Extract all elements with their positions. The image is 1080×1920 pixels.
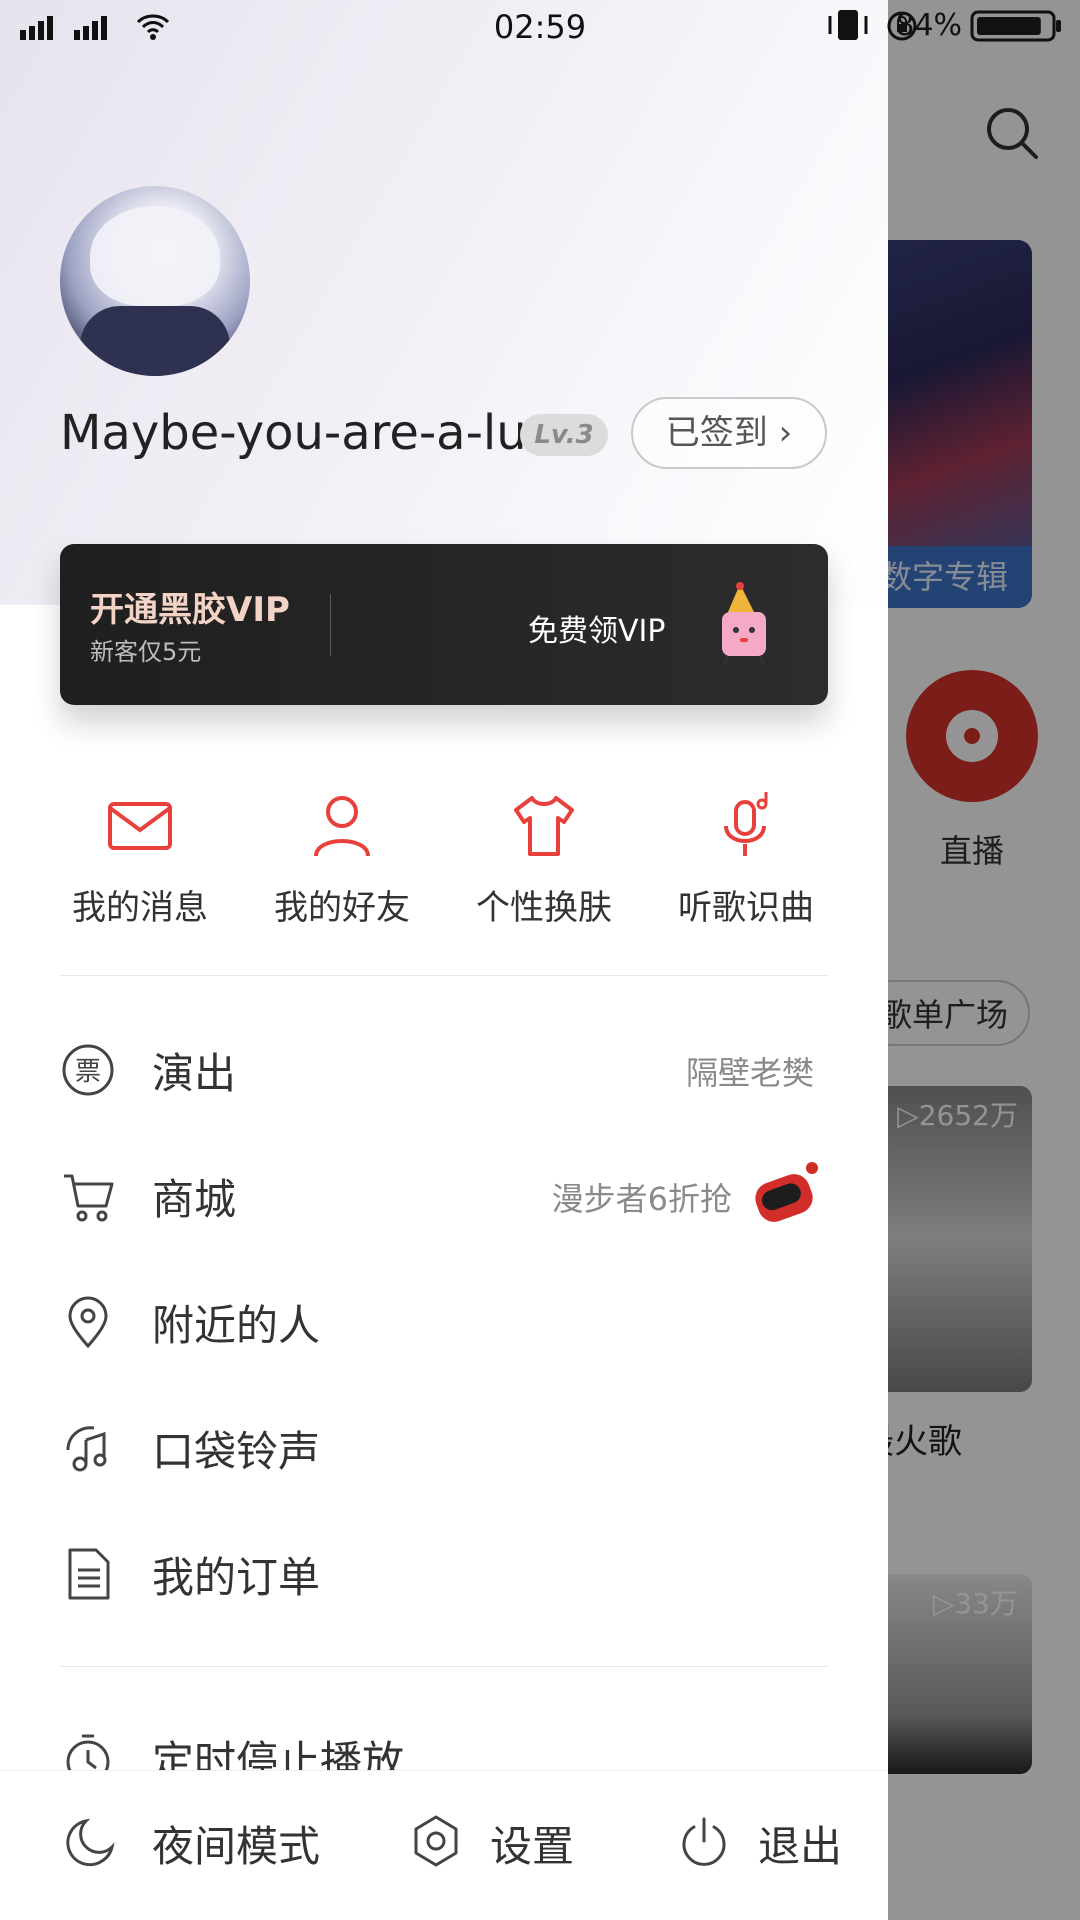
signin-button[interactable]: 已签到 › (631, 397, 827, 469)
menu-label: 口袋铃声 (152, 1427, 321, 1476)
moon-icon (66, 1818, 115, 1867)
cart-icon (64, 1174, 114, 1222)
chevron-right-icon: › (778, 413, 793, 453)
drawer-bottom-bar: 夜间模式 设置 退出 (0, 1770, 888, 1920)
quick-action-label: 我的消息 (72, 888, 208, 928)
vip-card[interactable]: 开通黑胶VIP 新客仅5元 免费领VIP (60, 544, 828, 705)
menu-hint: 隔壁老樊 (685, 1054, 814, 1092)
signin-label: 已签到 (665, 413, 768, 453)
vibrate-icon (828, 10, 868, 40)
settings-label: 设置 (490, 1822, 575, 1871)
document-icon (68, 1548, 110, 1600)
logout-label: 退出 (758, 1822, 843, 1871)
username[interactable]: Maybe-you-are-a-lu... (60, 405, 572, 461)
vip-divider (330, 594, 331, 656)
quick-action-label: 听歌识曲 (678, 888, 814, 928)
gear-icon (414, 1815, 458, 1867)
vip-subtitle: 新客仅5元 (90, 638, 202, 666)
menu-item-shows[interactable]: 票 演出 隔壁老樊 (60, 1018, 828, 1128)
mic-music-icon (724, 792, 768, 856)
status-bar: 02:59 84% (0, 0, 1080, 56)
menu-item-store[interactable]: 商城 漫步者6折抢 (60, 1144, 828, 1254)
quick-action-label: 个性换肤 (476, 888, 612, 928)
ringtone-icon (66, 1426, 107, 1472)
divider (60, 1666, 828, 1667)
svg-text:票: 票 (75, 1057, 101, 1087)
menu-label: 我的订单 (152, 1553, 321, 1602)
battery-percent: 84% (895, 8, 962, 43)
earbuds-icon (755, 1162, 818, 1222)
menu-label: 附近的人 (152, 1301, 321, 1350)
mascot-icon (722, 582, 766, 665)
tshirt-icon (514, 796, 574, 856)
menu-hint: 漫步者6折抢 (551, 1180, 732, 1218)
location-pin-icon (68, 1296, 108, 1349)
power-icon (682, 1817, 726, 1866)
avatar[interactable] (60, 186, 250, 376)
vip-title: 开通黑胶VIP (90, 590, 290, 630)
menu-item-orders[interactable]: 我的订单 (60, 1522, 828, 1632)
menu-item-ringtones[interactable]: 口袋铃声 (60, 1396, 828, 1506)
level-badge[interactable]: Lv.3 (520, 414, 608, 456)
menu-label: 商城 (152, 1175, 237, 1224)
menu-item-nearby[interactable]: 附近的人 (60, 1270, 828, 1380)
ticket-icon: 票 (62, 1044, 114, 1096)
quick-action-messages[interactable]: 我的消息 (60, 790, 220, 929)
free-vip-link[interactable]: 免费领VIP (528, 606, 665, 650)
person-icon (314, 796, 370, 857)
battery-icon (970, 10, 1061, 42)
quick-action-label: 我的好友 (274, 888, 410, 928)
quick-action-skins[interactable]: 个性换肤 (464, 790, 624, 929)
divider (60, 975, 828, 976)
side-drawer: Maybe-you-are-a-lu... Lv.3 已签到 › 开通黑胶VIP… (0, 0, 888, 1920)
quick-action-friends[interactable]: 我的好友 (262, 790, 422, 929)
quick-action-song-id[interactable]: 听歌识曲 (666, 790, 826, 929)
night-mode-label: 夜间模式 (152, 1822, 321, 1871)
mail-icon (108, 802, 172, 850)
menu-label: 演出 (152, 1049, 237, 1098)
